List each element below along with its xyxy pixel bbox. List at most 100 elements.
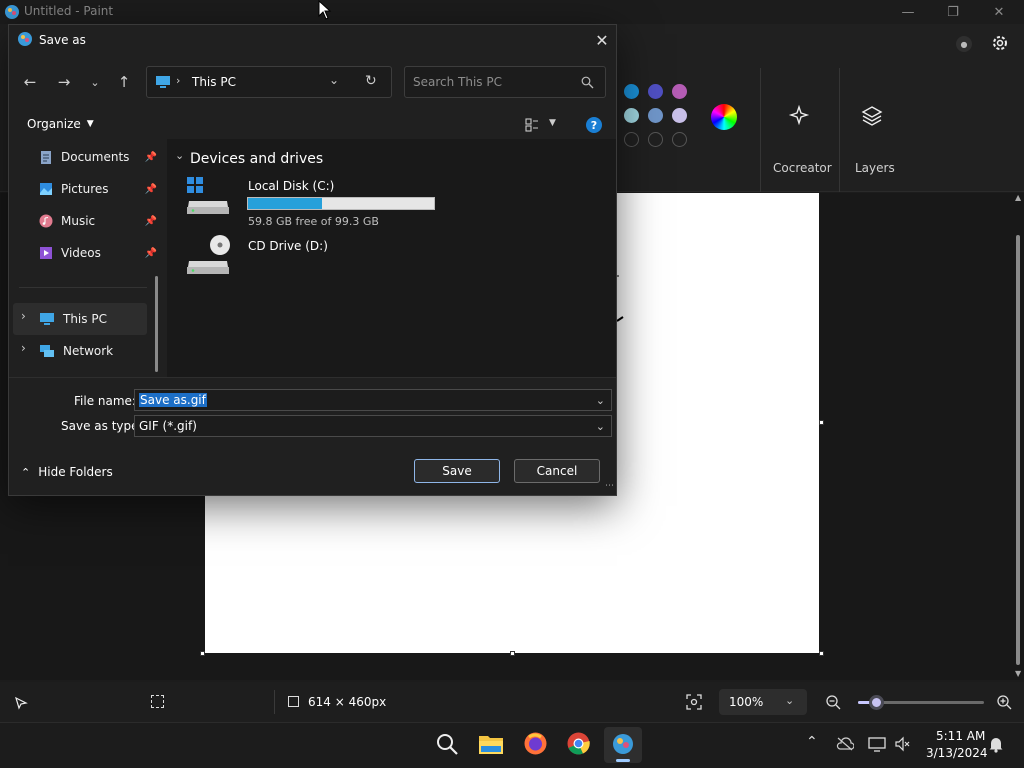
close-window-button[interactable]: ✕ — [976, 0, 1022, 24]
color-swatch[interactable] — [672, 84, 687, 99]
address-location[interactable]: This PC — [192, 75, 236, 89]
cancel-button[interactable]: Cancel — [514, 459, 600, 483]
onedrive-offline-icon[interactable] — [836, 737, 854, 751]
settings-gear-icon[interactable] — [990, 33, 1010, 53]
save-type-dropdown-icon[interactable]: ⌄ — [596, 420, 605, 433]
layers-label[interactable]: Layers — [855, 161, 895, 175]
file-explorer-icon[interactable] — [478, 732, 504, 756]
restore-button[interactable]: ❐ — [930, 0, 976, 24]
resize-grip-icon[interactable]: ⋯ — [605, 481, 614, 491]
show-hidden-icons-chevron-icon[interactable]: ⌃ — [806, 734, 818, 750]
zoom-out-icon[interactable] — [825, 694, 841, 710]
nav-item-label: Videos — [61, 246, 101, 260]
recent-locations-chevron-icon[interactable]: ⌄ — [84, 71, 106, 93]
account-icon[interactable]: ● — [956, 36, 972, 52]
nav-item-music[interactable]: Music 📌 — [39, 207, 157, 235]
address-bar[interactable]: › This PC ⌄ ↻ — [146, 66, 392, 98]
pin-icon[interactable]: 📌 — [145, 216, 157, 227]
back-arrow-icon[interactable]: ← — [19, 71, 41, 93]
zoom-level-dropdown[interactable]: 100% ⌄ — [719, 689, 807, 715]
up-arrow-icon[interactable]: ↑ — [113, 71, 135, 93]
chrome-icon[interactable] — [566, 731, 591, 756]
zoom-slider-thumb[interactable] — [869, 695, 884, 710]
help-icon[interactable]: ? — [586, 117, 602, 133]
empty-swatch[interactable] — [672, 132, 687, 147]
expand-chevron-icon[interactable]: › — [21, 341, 26, 355]
nav-item-documents[interactable]: Documents 📌 — [39, 143, 157, 171]
nav-item-network[interactable]: Network — [39, 337, 157, 365]
dialog-close-button[interactable]: ✕ — [589, 29, 615, 51]
volume-muted-icon[interactable] — [894, 736, 910, 752]
pin-icon[interactable]: 📌 — [145, 184, 157, 195]
color-swatch[interactable] — [648, 108, 663, 123]
clock-date[interactable]: 3/13/2024 — [926, 746, 988, 760]
file-name-dropdown-icon[interactable]: ⌄ — [596, 394, 605, 407]
save-as-dialog: Save as ✕ ← → ⌄ ↑ › This PC ⌄ ↻ Search T… — [8, 24, 617, 496]
view-dropdown-icon[interactable]: ▼ — [549, 118, 556, 128]
empty-swatch[interactable] — [624, 132, 639, 147]
color-swatch[interactable] — [648, 84, 663, 99]
empty-swatch[interactable] — [648, 132, 663, 147]
file-name-value[interactable]: Save as.gif — [139, 393, 207, 407]
color-swatch[interactable] — [624, 108, 639, 123]
zoom-level-text: 100% — [729, 695, 764, 709]
forward-arrow-icon[interactable]: → — [53, 71, 75, 93]
refresh-icon[interactable]: ↻ — [365, 73, 377, 89]
pin-icon[interactable]: 📌 — [145, 248, 157, 259]
clock-time[interactable]: 5:11 AM — [936, 729, 985, 743]
drive-free-space: 59.8 GB free of 99.3 GB — [248, 215, 379, 228]
drive-item-local-disk[interactable]: Local Disk (C:) 59.8 GB free of 99.3 GB — [187, 175, 437, 228]
drive-item-cd-drive[interactable]: CD Drive (D:) — [187, 235, 437, 281]
nav-item-this-pc[interactable]: This PC — [39, 305, 157, 333]
resize-handle[interactable] — [819, 651, 824, 656]
resize-handle[interactable] — [510, 651, 515, 656]
nav-item-label: Documents — [61, 150, 130, 164]
paint-taskbar-button[interactable] — [604, 727, 642, 763]
nav-item-pictures[interactable]: Pictures 📌 — [39, 175, 157, 203]
file-name-input[interactable]: Save as.gif ⌄ — [134, 389, 612, 411]
selection-size-icon — [151, 695, 164, 708]
group-collapse-chevron-icon[interactable]: ⌄ — [175, 149, 184, 162]
scroll-down-arrow-icon[interactable]: ▼ — [1015, 669, 1021, 678]
this-pc-icon — [156, 76, 170, 88]
expand-chevron-icon[interactable]: › — [21, 309, 26, 323]
search-icon[interactable] — [435, 732, 459, 756]
ribbon-divider — [760, 68, 761, 192]
search-magnifier-icon — [581, 76, 594, 89]
cocreator-label[interactable]: Cocreator — [773, 161, 832, 175]
edit-colors-wheel-icon[interactable] — [711, 104, 737, 130]
zoom-in-icon[interactable] — [996, 694, 1012, 710]
save-type-label: Save as type: — [61, 419, 143, 433]
nav-item-videos[interactable]: Videos 📌 — [39, 239, 157, 267]
organize-button[interactable]: Organize ▼ — [27, 117, 94, 131]
save-type-select[interactable]: GIF (*.gif) ⌄ — [134, 415, 612, 437]
pin-icon[interactable]: 📌 — [145, 152, 157, 163]
address-history-chevron-icon[interactable]: ⌄ — [329, 73, 339, 87]
search-box[interactable]: Search This PC — [404, 66, 606, 98]
resize-handle[interactable] — [200, 651, 205, 656]
cocreator-sparkle-icon[interactable] — [788, 104, 812, 128]
save-button[interactable]: Save — [414, 459, 500, 483]
firefox-icon[interactable] — [523, 731, 548, 756]
layers-icon[interactable] — [860, 104, 884, 128]
color-swatch[interactable] — [672, 108, 687, 123]
minimize-button[interactable]: — — [885, 0, 931, 24]
music-icon — [39, 214, 53, 228]
notification-bell-icon[interactable] — [988, 736, 1004, 753]
nav-scrollbar-thumb[interactable] — [155, 276, 158, 372]
search-placeholder[interactable]: Search This PC — [413, 75, 502, 89]
color-palette — [624, 84, 687, 147]
group-header[interactable]: Devices and drives — [190, 151, 323, 167]
documents-icon — [41, 150, 51, 164]
color-swatch[interactable] — [624, 84, 639, 99]
network-status-icon[interactable] — [868, 736, 886, 752]
hide-folders-button[interactable]: ⌃ Hide Folders — [21, 465, 113, 479]
vertical-scrollbar[interactable]: ▲ ▼ — [1014, 193, 1024, 680]
scrollbar-thumb[interactable] — [1016, 235, 1020, 665]
scroll-up-arrow-icon[interactable]: ▲ — [1015, 193, 1021, 202]
view-options-icon[interactable] — [525, 118, 539, 132]
cd-drive-icon — [187, 235, 230, 274]
resize-handle[interactable] — [819, 420, 824, 425]
fit-to-window-icon[interactable] — [686, 694, 702, 710]
active-indicator — [616, 759, 630, 762]
